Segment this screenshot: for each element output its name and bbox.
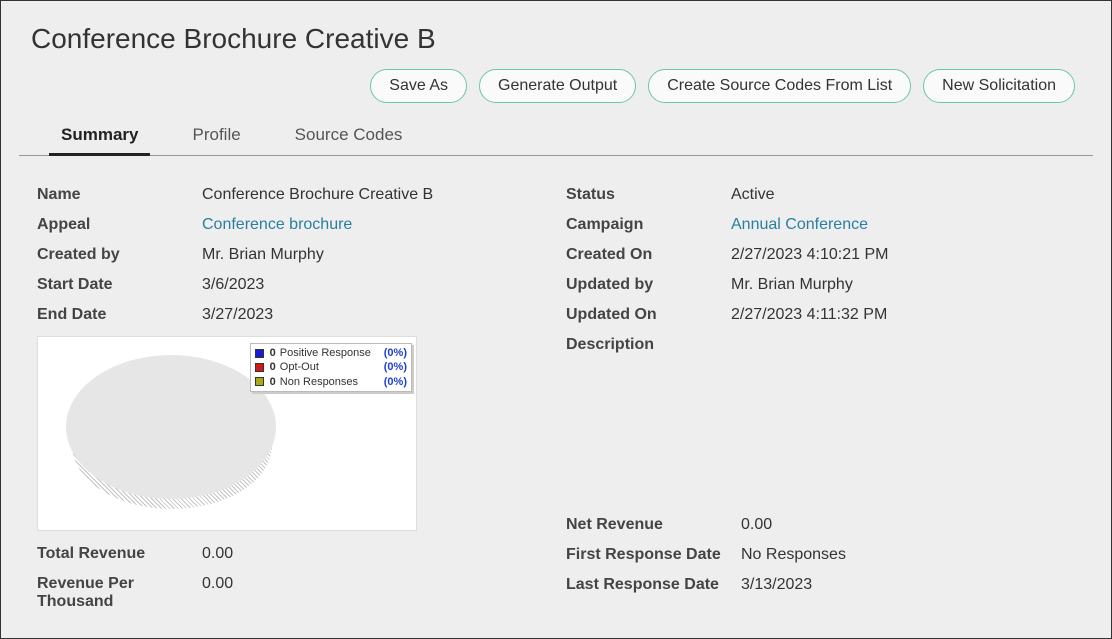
rev-per-k-label-line2: Thousand xyxy=(37,593,113,610)
right-column: Status Active Campaign Annual Conference… xyxy=(566,180,1075,617)
legend-item-optout: 0 Opt-Out (0%) xyxy=(255,360,407,374)
field-name: Name Conference Brochure Creative B xyxy=(37,180,546,210)
rev-per-k-value: 0.00 xyxy=(202,575,233,593)
status-label: Status xyxy=(566,186,731,204)
field-total-revenue: Total Revenue 0.00 xyxy=(37,539,546,569)
start-date-label: Start Date xyxy=(37,276,202,294)
create-source-codes-button[interactable]: Create Source Codes From List xyxy=(648,69,911,103)
net-revenue-value: 0.00 xyxy=(741,516,772,534)
tab-bar: Summary Profile Source Codes xyxy=(19,117,1093,156)
tab-source-codes[interactable]: Source Codes xyxy=(283,117,415,155)
new-solicitation-button[interactable]: New Solicitation xyxy=(923,69,1075,103)
field-status: Status Active xyxy=(566,180,1075,210)
start-date-value: 3/6/2023 xyxy=(202,276,264,294)
created-on-value: 2/27/2023 4:10:21 PM xyxy=(731,246,888,264)
legend-pct-positive: (0%) xyxy=(384,346,407,360)
field-first-response: First Response Date No Responses xyxy=(566,540,1075,570)
swatch-nonresp-icon xyxy=(255,377,264,386)
generate-output-button[interactable]: Generate Output xyxy=(479,69,636,103)
last-response-label: Last Response Date xyxy=(566,576,741,594)
status-value: Active xyxy=(731,186,775,204)
record-page: Conference Brochure Creative B Save As G… xyxy=(0,0,1112,639)
created-on-label: Created On xyxy=(566,246,731,264)
left-column: Name Conference Brochure Creative B Appe… xyxy=(37,180,546,617)
page-title: Conference Brochure Creative B xyxy=(31,23,1081,55)
tab-summary[interactable]: Summary xyxy=(49,117,150,155)
campaign-label: Campaign xyxy=(566,216,731,234)
legend-label-positive: Positive Response xyxy=(280,346,380,360)
field-description: Description xyxy=(566,330,1075,360)
pie-graphic xyxy=(66,355,266,503)
legend-item-positive: 0 Positive Response (0%) xyxy=(255,346,407,360)
legend-count-positive: 0 xyxy=(268,346,276,360)
appeal-link[interactable]: Conference brochure xyxy=(202,216,352,234)
created-by-label: Created by xyxy=(37,246,202,264)
campaign-link[interactable]: Annual Conference xyxy=(731,216,868,234)
response-pie-chart: 0 Positive Response (0%) 0 Opt-Out (0%) … xyxy=(37,336,417,531)
rev-per-k-label: Revenue Per Thousand xyxy=(37,575,202,611)
field-end-date: End Date 3/27/2023 xyxy=(37,300,546,330)
name-label: Name xyxy=(37,186,202,204)
first-response-label: First Response Date xyxy=(566,546,741,564)
total-revenue-value: 0.00 xyxy=(202,545,233,563)
net-revenue-label: Net Revenue xyxy=(566,516,741,534)
last-response-value: 3/13/2023 xyxy=(741,576,812,594)
first-response-value: No Responses xyxy=(741,546,846,564)
name-value: Conference Brochure Creative B xyxy=(202,186,433,204)
field-revenue-per-thousand: Revenue Per Thousand 0.00 xyxy=(37,569,546,617)
summary-content: Name Conference Brochure Creative B Appe… xyxy=(1,156,1111,617)
tab-profile[interactable]: Profile xyxy=(180,117,252,155)
description-label: Description xyxy=(566,336,731,354)
rev-per-k-label-line1: Revenue Per xyxy=(37,575,134,592)
field-campaign: Campaign Annual Conference xyxy=(566,210,1075,240)
updated-by-label: Updated by xyxy=(566,276,731,294)
field-appeal: Appeal Conference brochure xyxy=(37,210,546,240)
end-date-label: End Date xyxy=(37,306,202,324)
field-updated-on: Updated On 2/27/2023 4:11:32 PM xyxy=(566,300,1075,330)
field-start-date: Start Date 3/6/2023 xyxy=(37,270,546,300)
created-by-value: Mr. Brian Murphy xyxy=(202,246,324,264)
field-net-revenue: Net Revenue 0.00 xyxy=(566,510,1075,540)
field-created-on: Created On 2/27/2023 4:10:21 PM xyxy=(566,240,1075,270)
appeal-label: Appeal xyxy=(37,216,202,234)
field-last-response: Last Response Date 3/13/2023 xyxy=(566,570,1075,600)
swatch-optout-icon xyxy=(255,363,264,372)
legend-count-optout: 0 xyxy=(268,360,276,374)
updated-on-label: Updated On xyxy=(566,306,731,324)
chart-legend: 0 Positive Response (0%) 0 Opt-Out (0%) … xyxy=(250,343,412,392)
legend-item-nonresp: 0 Non Responses (0%) xyxy=(255,375,407,389)
legend-pct-optout: (0%) xyxy=(384,360,407,374)
swatch-positive-icon xyxy=(255,349,264,358)
end-date-value: 3/27/2023 xyxy=(202,306,273,324)
legend-pct-nonresp: (0%) xyxy=(384,375,407,389)
right-spacer xyxy=(566,360,1075,510)
page-header: Conference Brochure Creative B xyxy=(1,1,1111,65)
field-updated-by: Updated by Mr. Brian Murphy xyxy=(566,270,1075,300)
legend-label-nonresp: Non Responses xyxy=(280,375,380,389)
updated-by-value: Mr. Brian Murphy xyxy=(731,276,853,294)
updated-on-value: 2/27/2023 4:11:32 PM xyxy=(731,306,887,324)
total-revenue-label: Total Revenue xyxy=(37,545,202,563)
legend-count-nonresp: 0 xyxy=(268,375,276,389)
save-as-button[interactable]: Save As xyxy=(370,69,467,103)
field-created-by: Created by Mr. Brian Murphy xyxy=(37,240,546,270)
action-bar: Save As Generate Output Create Source Co… xyxy=(1,65,1111,117)
pie-surface xyxy=(66,355,276,499)
legend-label-optout: Opt-Out xyxy=(280,360,380,374)
